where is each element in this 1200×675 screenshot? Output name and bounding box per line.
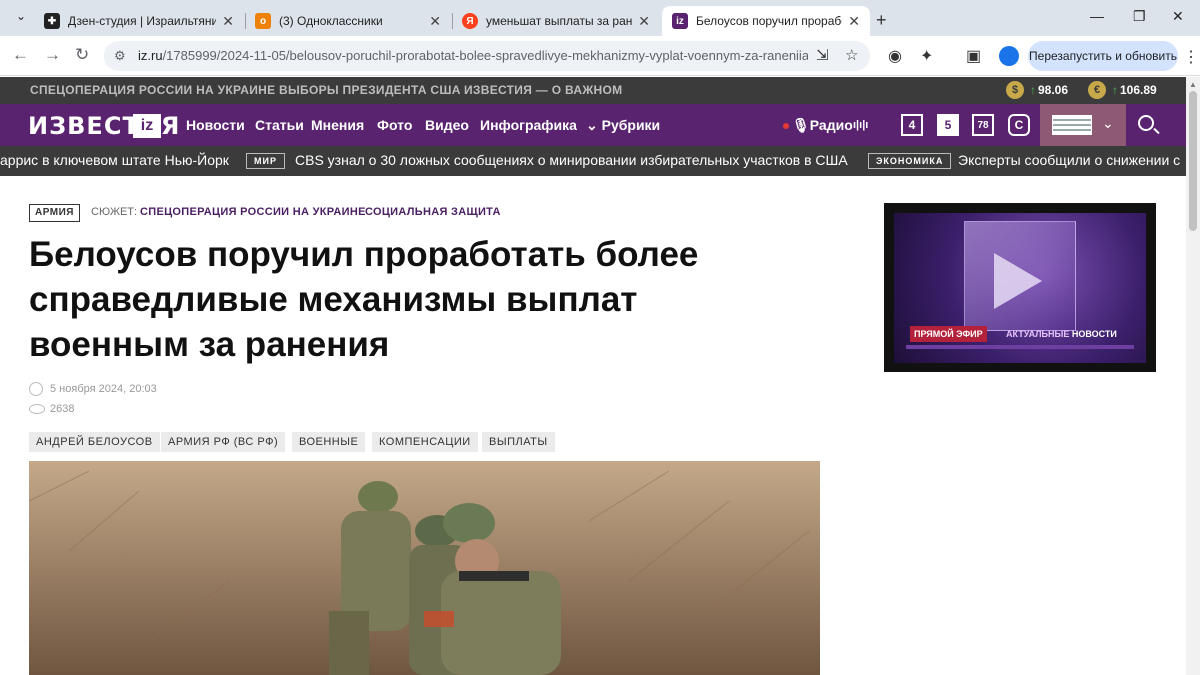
izvestia-edition-selector[interactable]: ⌄ bbox=[1040, 104, 1126, 146]
top-link-special-operation[interactable]: СПЕЦОПЕРАЦИЯ РОССИИ НА УКРАИНЕ bbox=[30, 83, 275, 97]
minimize-icon[interactable]: — bbox=[1090, 8, 1104, 24]
us-flag-icon bbox=[1052, 115, 1092, 135]
euro-icon: € bbox=[1088, 81, 1106, 99]
article-photo bbox=[29, 461, 820, 675]
live-video-player[interactable]: ПРЯМОЙ ЭФИР АКТУАЛЬНЫЕ НОВОСТИ bbox=[884, 203, 1156, 372]
search-icon[interactable] bbox=[1138, 115, 1154, 131]
article-date: 5 ноября 2024, 20:03 bbox=[29, 382, 157, 396]
play-icon[interactable] bbox=[994, 253, 1042, 309]
tab-title: Белоусов поручил проработа bbox=[696, 14, 842, 28]
channel-78-icon[interactable]: 78 bbox=[972, 114, 994, 136]
story-link[interactable]: СПЕЦОПЕРАЦИЯ РОССИИ НА УКРАИНЕ bbox=[140, 206, 366, 218]
ticker-item[interactable]: CBS узнал о 30 ложных сообщениях о минир… bbox=[295, 152, 848, 168]
rubrics-menu[interactable]: ⌄ Рубрики bbox=[586, 117, 660, 134]
ticker-tag: МИР bbox=[246, 153, 285, 169]
url-text[interactable]: iz.ru/1785999/2024-11-05/belousov-poruch… bbox=[138, 48, 808, 63]
ticker-item[interactable]: Эксперты сообщили о снижении с bbox=[958, 152, 1180, 168]
extension-icon[interactable]: ◉ bbox=[888, 46, 902, 66]
nav-photo[interactable]: Фото bbox=[377, 117, 412, 133]
article-tag[interactable]: АНДРЕЙ БЕЛОУСОВ bbox=[29, 432, 160, 452]
ok-favicon-icon: о bbox=[255, 13, 271, 29]
forward-icon[interactable]: → bbox=[44, 45, 61, 65]
close-tab-icon[interactable]: ✕ bbox=[429, 13, 441, 30]
nav-articles[interactable]: Статьи bbox=[255, 117, 304, 133]
menu-kebab-icon[interactable]: ⋮ bbox=[1183, 47, 1199, 67]
video-screen[interactable]: ПРЯМОЙ ЭФИР АКТУАЛЬНЫЕ НОВОСТИ bbox=[894, 213, 1146, 363]
close-window-icon[interactable]: ✕ bbox=[1172, 8, 1184, 25]
chevron-down-icon: ⌄ bbox=[1102, 115, 1114, 131]
browser-toolbar: ← → ↻ ⚙ iz.ru/1785999/2024-11-05/belouso… bbox=[0, 36, 1200, 76]
channel-c-icon[interactable]: C bbox=[1008, 114, 1030, 136]
install-app-icon[interactable]: ⇲ bbox=[816, 46, 829, 64]
scrollbar-thumb[interactable] bbox=[1189, 91, 1197, 231]
article-headline: Белоусов поручил проработать более справ… bbox=[29, 235, 699, 364]
clock-icon bbox=[29, 382, 43, 396]
usd-rate: ↑ 98.06 bbox=[1030, 83, 1069, 97]
side-panel-icon[interactable]: ▣ bbox=[966, 46, 981, 66]
tab-title: уменьшат выплаты за ранени bbox=[486, 14, 633, 28]
channel-4-icon[interactable]: 4 bbox=[901, 114, 923, 136]
nav-infographics[interactable]: Инфографика bbox=[480, 117, 577, 133]
yandex-favicon-icon: Я bbox=[462, 13, 478, 29]
article-tag[interactable]: ВОЕННЫЕ bbox=[292, 432, 366, 452]
radio-link[interactable]: 🎙Радио bbox=[792, 117, 853, 134]
scroll-up-icon[interactable]: ▲ bbox=[1189, 80, 1197, 89]
back-icon[interactable]: ← bbox=[12, 45, 29, 65]
radio-wave-icon[interactable]: ı|ı|ı bbox=[853, 119, 868, 131]
reload-icon[interactable]: ↻ bbox=[75, 45, 89, 65]
browser-tab-active[interactable]: iz Белоусов поручил проработа ✕ bbox=[662, 6, 870, 36]
rubric-tag[interactable]: АРМИЯ bbox=[29, 204, 80, 222]
tab-title: Дзен-студия | Израильтянин м bbox=[68, 14, 217, 28]
extensions-puzzle-icon[interactable]: ✦ bbox=[920, 46, 933, 66]
browser-tab[interactable]: ✚ Дзен-студия | Израильтянин м ✕ bbox=[34, 6, 244, 36]
browser-tab[interactable]: Я уменьшат выплаты за ранени ✕ bbox=[452, 6, 660, 36]
close-tab-icon[interactable]: ✕ bbox=[222, 13, 234, 30]
dzen-favicon-icon: ✚ bbox=[44, 13, 60, 29]
new-tab-icon[interactable]: + bbox=[876, 10, 887, 31]
eur-rate: ↑ 106.89 bbox=[1112, 83, 1157, 97]
site-top-strip: СПЕЦОПЕРАЦИЯ РОССИИ НА УКРАИНЕ ВЫБОРЫ ПР… bbox=[0, 77, 1186, 104]
address-bar[interactable]: ⚙ iz.ru/1785999/2024-11-05/belousov-poru… bbox=[104, 41, 870, 71]
nav-news[interactable]: Новости bbox=[186, 117, 245, 133]
page-scrollbar[interactable]: ▲ bbox=[1186, 77, 1200, 675]
nav-video[interactable]: Видео bbox=[425, 117, 469, 133]
microphone-icon: 🎙 bbox=[792, 117, 810, 133]
bookmark-star-icon[interactable]: ☆ bbox=[845, 46, 858, 64]
story-label: СЮЖЕТ: bbox=[91, 206, 138, 218]
chevron-circle-icon: ⌄ bbox=[586, 117, 598, 133]
video-progress-bar bbox=[906, 345, 1134, 349]
news-ticker: аррис в ключевом штате Нью-Йорк МИР CBS … bbox=[0, 146, 1186, 176]
top-link-izvestia-important[interactable]: ИЗВЕСТИЯ — О ВАЖНОМ bbox=[464, 83, 622, 97]
soldiers-photo-illustration bbox=[29, 461, 820, 675]
tab-title: (3) Одноклассники bbox=[279, 14, 383, 28]
article-tag[interactable]: ВЫПЛАТЫ bbox=[482, 432, 555, 452]
nav-opinions[interactable]: Мнения bbox=[311, 117, 364, 133]
logo-iz-badge[interactable]: iz bbox=[133, 114, 161, 138]
live-badge: ПРЯМОЙ ЭФИР bbox=[910, 326, 987, 342]
main-nav: ИЗВЕСТИЯ iz Новости Статьи Мнения Фото В… bbox=[0, 104, 1186, 146]
eye-icon bbox=[29, 404, 45, 414]
top-link-us-elections[interactable]: ВЫБОРЫ ПРЕЗИДЕНТА США bbox=[279, 83, 461, 97]
tab-search-icon[interactable]: ⌄ bbox=[16, 9, 26, 23]
news-caption: АКТУАЛЬНЫЕ НОВОСТИ bbox=[1006, 329, 1117, 339]
ticker-item[interactable]: аррис в ключевом штате Нью-Йорк bbox=[0, 152, 229, 168]
close-tab-icon[interactable]: ✕ bbox=[638, 13, 650, 30]
browser-tab[interactable]: о (3) Одноклассники ✕ bbox=[245, 6, 451, 36]
browser-tab-bar: ✚ Дзен-студия | Израильтянин м ✕ о (3) О… bbox=[0, 0, 1200, 36]
article-tag[interactable]: АРМИЯ РФ (ВС РФ) bbox=[161, 432, 286, 452]
article-views: 2638 bbox=[29, 403, 74, 415]
iz-favicon-icon: iz bbox=[672, 13, 688, 29]
close-tab-icon[interactable]: ✕ bbox=[848, 13, 860, 30]
article-tag[interactable]: КОМПЕНСАЦИИ bbox=[372, 432, 478, 452]
profile-avatar[interactable] bbox=[999, 46, 1019, 66]
ticker-tag: ЭКОНОМИКА bbox=[868, 153, 952, 169]
restore-icon[interactable]: ❐ bbox=[1133, 8, 1146, 25]
channel-5-icon[interactable]: 5 bbox=[937, 114, 959, 136]
relaunch-button[interactable]: Перезапустить и обновить bbox=[1028, 41, 1178, 71]
story-link[interactable]: СОЦИАЛЬНАЯ ЗАЩИТА bbox=[365, 206, 501, 218]
live-dot-icon bbox=[783, 123, 789, 129]
dollar-icon: $ bbox=[1006, 81, 1024, 99]
site-info-icon[interactable]: ⚙ bbox=[114, 48, 126, 64]
